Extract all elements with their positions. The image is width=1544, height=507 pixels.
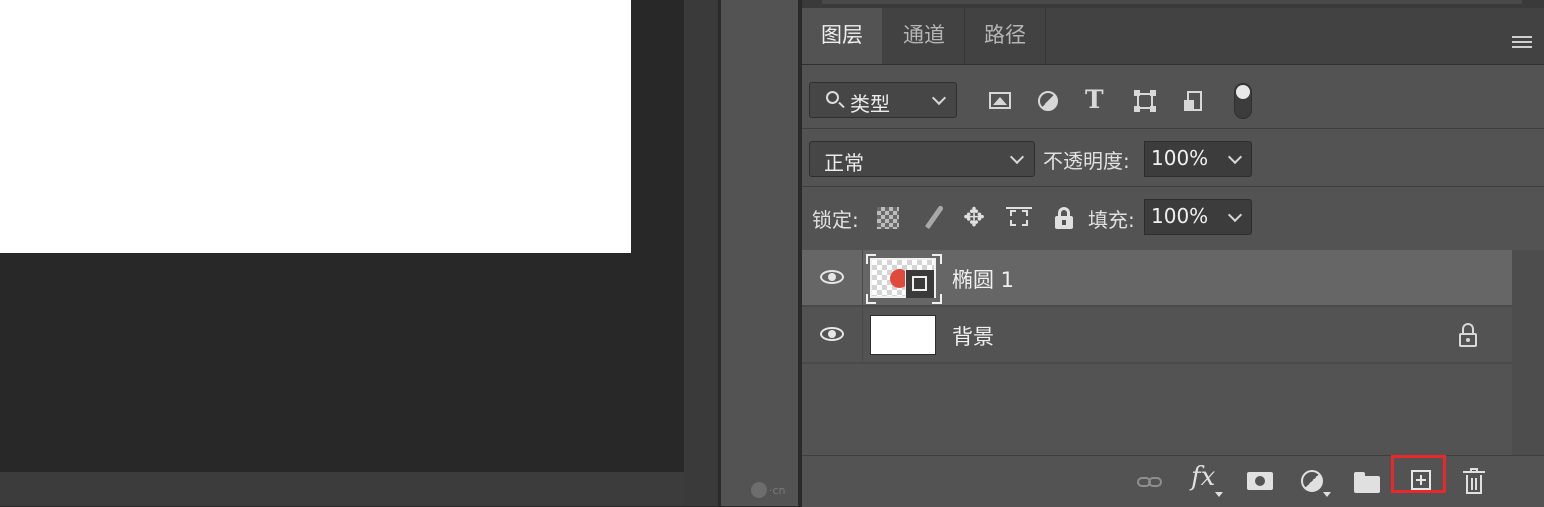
hamburger-menu-icon[interactable] xyxy=(1512,36,1532,50)
layers-bottom-toolbar: fx xyxy=(802,455,1544,507)
watermark: ·cn xyxy=(751,480,791,500)
lock-transparent-pixels-icon[interactable] xyxy=(875,205,901,231)
chevron-down-icon xyxy=(1227,207,1243,223)
new-group-folder-icon[interactable] xyxy=(1352,468,1382,496)
new-layer-icon[interactable] xyxy=(1405,468,1435,496)
filter-kind-label: 类型 xyxy=(850,92,890,116)
shape-layer-badge-icon xyxy=(905,270,934,298)
row-divider xyxy=(802,128,1544,129)
opacity-label: 不透明度: xyxy=(1043,149,1130,173)
lock-label: 锁定: xyxy=(812,208,859,232)
tab-paths[interactable]: 路径 xyxy=(965,8,1046,64)
layer-style-fx-icon[interactable]: fx xyxy=(1191,462,1223,497)
panel-top-edge xyxy=(802,0,1544,8)
eye-icon[interactable] xyxy=(820,327,844,341)
chevron-down-icon xyxy=(931,90,947,106)
watermark-logo-icon xyxy=(751,482,767,498)
canvas-scroll-gutter xyxy=(684,0,718,506)
smart-object-filter-icon[interactable] xyxy=(1182,89,1206,113)
collapsed-panel-dock xyxy=(721,0,798,506)
row-divider xyxy=(802,186,1544,187)
tab-layers[interactable]: 图层 xyxy=(802,8,882,64)
type-layer-filter-icon[interactable]: T xyxy=(1085,86,1109,114)
layer-name[interactable]: 椭圆 1 xyxy=(952,264,1014,294)
fill-input[interactable]: 100% xyxy=(1144,199,1222,235)
status-bar xyxy=(0,472,684,506)
blend-mode-select[interactable]: 正常 xyxy=(809,141,1035,177)
layer-thumbnail-background[interactable] xyxy=(870,315,936,355)
pixel-layer-filter-icon[interactable] xyxy=(988,89,1012,113)
new-adjustment-layer-icon[interactable] xyxy=(1299,468,1331,497)
lock-position-move-icon[interactable]: ✥ xyxy=(961,205,987,231)
lock-image-pixels-brush-icon[interactable] xyxy=(921,204,947,231)
chevron-down-icon xyxy=(1009,149,1025,165)
chevron-down-icon xyxy=(1227,149,1243,165)
search-icon xyxy=(826,91,839,104)
lock-artboard-icon[interactable] xyxy=(1006,205,1032,231)
layer-row-background[interactable]: 背景 xyxy=(802,307,1512,364)
link-layers-icon[interactable] xyxy=(1135,468,1165,496)
blend-mode-value: 正常 xyxy=(824,151,864,175)
eye-icon[interactable] xyxy=(820,270,844,284)
lock-all-icon[interactable] xyxy=(1051,205,1077,231)
opacity-input[interactable]: 100% xyxy=(1144,141,1222,177)
lock-icon[interactable] xyxy=(1456,322,1480,348)
watermark-text: ·cn xyxy=(769,483,786,497)
opacity-dropdown-button[interactable] xyxy=(1220,141,1252,177)
layers-list: 椭圆 1 背景 xyxy=(802,250,1544,455)
panel-tabs: 图层 通道 路径 xyxy=(802,8,1544,65)
fill-dropdown-button[interactable] xyxy=(1220,199,1252,235)
adjustment-layer-filter-icon[interactable] xyxy=(1036,89,1060,113)
filter-toggle-switch[interactable] xyxy=(1234,83,1252,119)
layer-row-ellipse[interactable]: 椭圆 1 xyxy=(802,250,1512,307)
layer-name[interactable]: 背景 xyxy=(952,321,994,351)
shape-layer-filter-icon[interactable] xyxy=(1133,89,1157,113)
layer-thumbnail-ellipse[interactable] xyxy=(870,258,936,298)
layers-scrollbar[interactable] xyxy=(1512,250,1544,455)
delete-layer-trash-icon[interactable] xyxy=(1459,468,1489,496)
layer-filter-kind-select[interactable]: 类型 xyxy=(809,82,957,118)
fill-label: 填充: xyxy=(1088,208,1135,232)
document-canvas[interactable] xyxy=(0,0,631,253)
layers-panel: 图层 通道 路径 类型 T 正常 不透明度: 100% 锁定: ✥ 填充: 10… xyxy=(802,0,1544,507)
canvas-area[interactable] xyxy=(0,0,684,472)
fx-label: fx xyxy=(1191,462,1216,492)
tab-channels[interactable]: 通道 xyxy=(884,8,965,64)
add-mask-icon[interactable] xyxy=(1245,468,1275,496)
